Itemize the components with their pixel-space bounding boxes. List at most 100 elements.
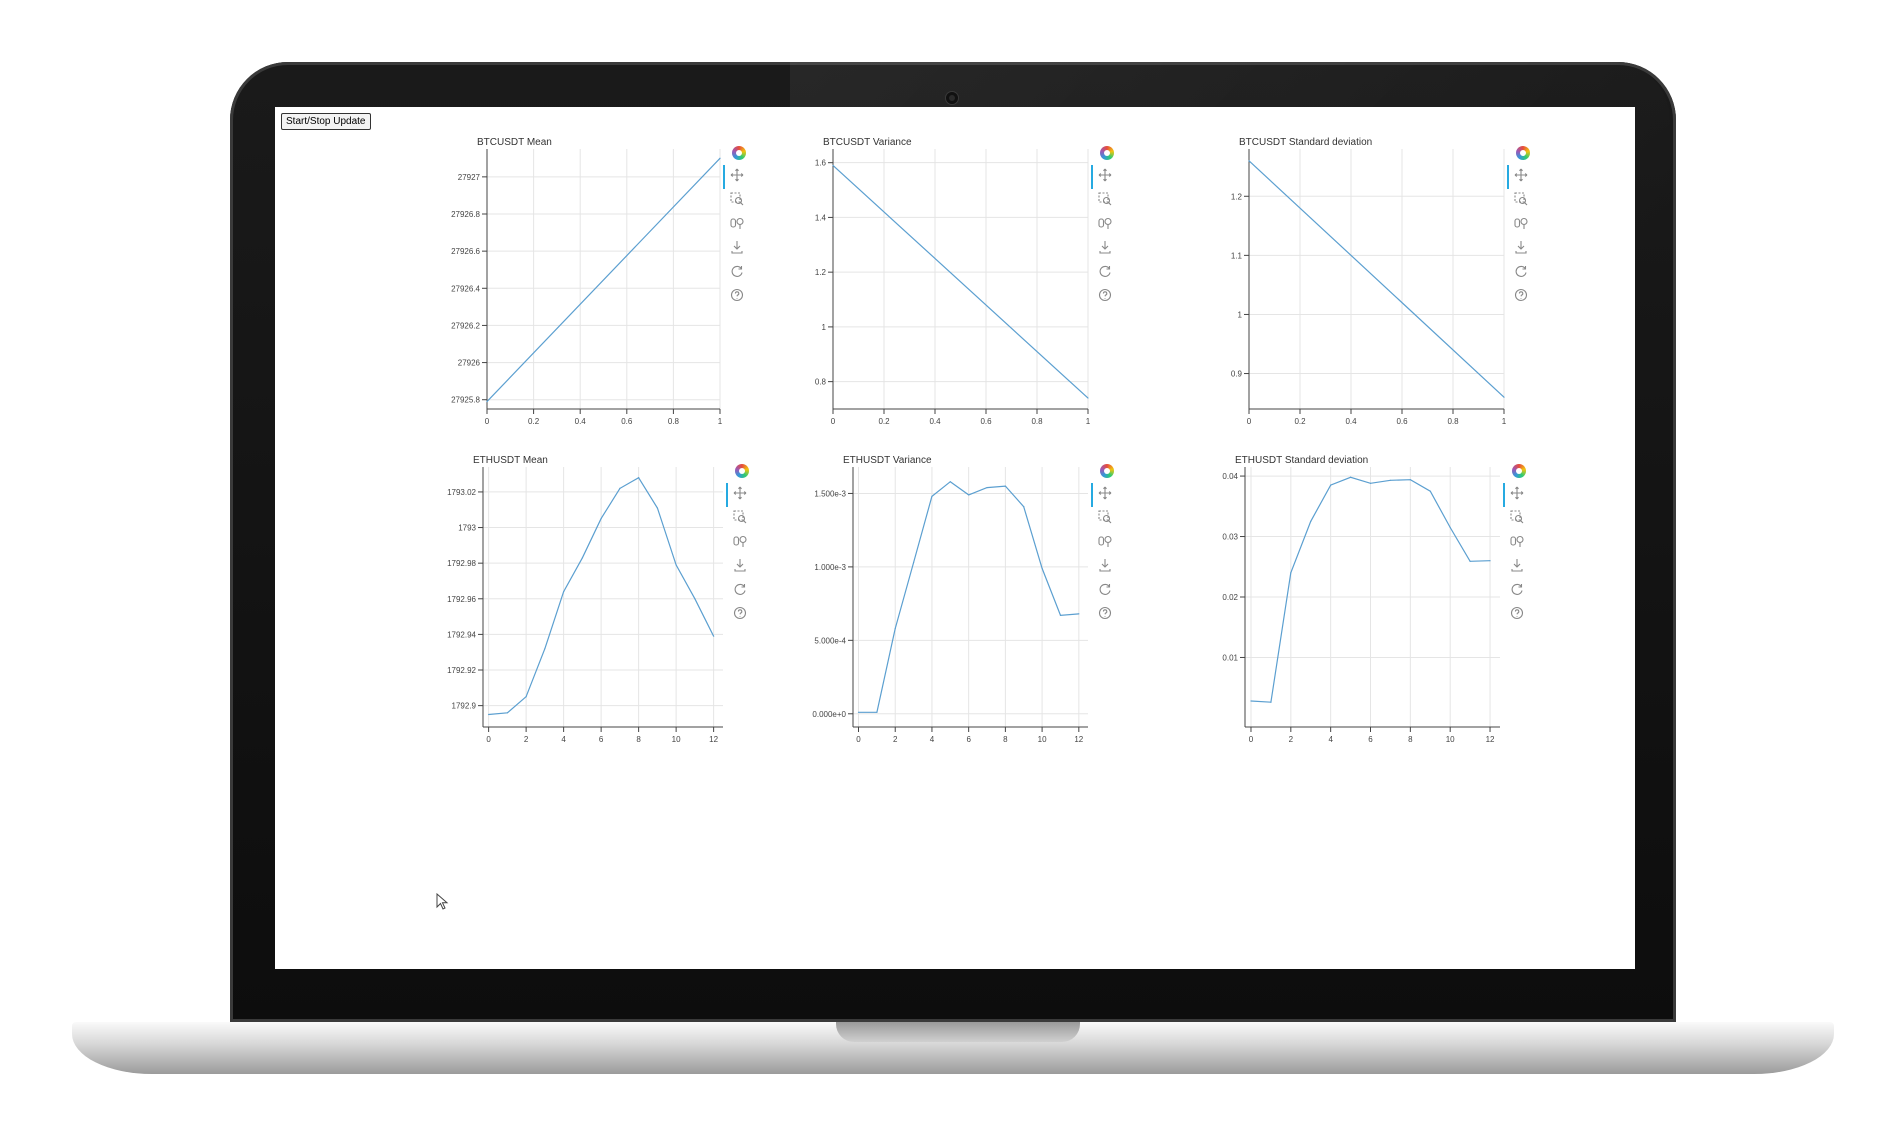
y-tick-label: 1793 [458, 524, 476, 533]
save-icon[interactable] [1098, 240, 1116, 258]
bokeh-logo-icon[interactable] [1098, 144, 1116, 162]
y-tick-label: 1792.98 [447, 559, 476, 568]
x-tick-label: 0.4 [1345, 417, 1357, 426]
save-icon[interactable] [730, 240, 748, 258]
wheel-zoom-icon[interactable] [1514, 216, 1532, 234]
wheel-zoom-icon[interactable] [1510, 534, 1528, 552]
chart-toolbar [1507, 144, 1534, 312]
pan-icon[interactable] [1091, 483, 1116, 507]
reset-icon[interactable] [730, 264, 748, 282]
x-tick-label: 0.6 [621, 417, 633, 426]
help-icon[interactable] [1098, 606, 1116, 624]
reset-icon[interactable] [1098, 264, 1116, 282]
help-icon[interactable] [733, 606, 751, 624]
data-point [876, 711, 878, 713]
data-point [1349, 476, 1352, 478]
help-icon[interactable] [1510, 606, 1528, 624]
data-point [563, 591, 565, 593]
y-tick-label: 27926.6 [451, 247, 480, 256]
data-point [1004, 485, 1006, 487]
data-point [1469, 560, 1471, 562]
pan-icon[interactable] [1507, 165, 1532, 189]
laptop-base-notch [836, 1022, 1080, 1042]
bokeh-logo-icon[interactable] [733, 462, 751, 480]
reset-icon[interactable] [733, 582, 751, 600]
box-zoom-icon[interactable] [1510, 510, 1528, 528]
x-tick-label: 2 [1289, 735, 1294, 744]
help-icon[interactable] [1514, 288, 1532, 306]
box-zoom-icon[interactable] [730, 192, 748, 210]
data-point [713, 635, 715, 637]
y-tick-label: 1.6 [815, 159, 827, 168]
pan-icon[interactable] [1503, 483, 1528, 507]
chart-canvas: 0 2 4 6 8 10 12 0.000e+0 5.000e-4 1.000e-3 1.500e-… [812, 467, 1088, 744]
reset-icon[interactable] [1514, 264, 1532, 282]
x-tick-label: 4 [561, 735, 566, 744]
pan-icon[interactable] [1091, 165, 1116, 189]
browser-screen: Start/Stop Update BTCUSDT Mean 0 0.2 0.4 0.6… [275, 107, 1635, 969]
x-tick-label: 10 [1038, 735, 1047, 744]
save-icon[interactable] [1514, 240, 1532, 258]
bokeh-logo-icon[interactable] [1514, 144, 1532, 162]
data-point [488, 713, 490, 716]
webcam-icon [946, 92, 958, 104]
save-icon[interactable] [733, 558, 751, 576]
data-point [638, 477, 640, 479]
data-point [857, 711, 860, 713]
y-tick-label: 1.2 [1231, 192, 1243, 201]
wheel-zoom-icon[interactable] [730, 216, 748, 234]
pan-icon[interactable] [726, 483, 751, 507]
chart-toolbar [1091, 144, 1118, 312]
save-icon[interactable] [1098, 558, 1116, 576]
y-tick-label: 1.000e-3 [814, 563, 846, 572]
y-tick-label: 1.4 [815, 213, 827, 222]
data-point [1087, 397, 1089, 399]
reset-icon[interactable] [1510, 582, 1528, 600]
box-zoom-icon[interactable] [733, 510, 751, 528]
save-icon[interactable] [1510, 558, 1528, 576]
help-icon[interactable] [1098, 288, 1116, 306]
x-tick-label: 10 [672, 735, 681, 744]
series-line [486, 157, 721, 403]
chart-canvas: 0 2 4 6 8 10 12 1792.9 1792.92 1792.94 1792.96 1792… [447, 467, 723, 744]
chart-canvas: 0 0.2 0.4 0.6 0.8 1 0.8 1 1.2 1.4 1.6 [815, 149, 1091, 426]
data-point [1023, 506, 1025, 508]
chart-canvas: 0 0.2 0.4 0.6 0.8 1 0.9 1 1.1 1.2 [1231, 149, 1507, 426]
box-zoom-icon[interactable] [1098, 192, 1116, 210]
pan-icon[interactable] [723, 165, 748, 189]
bokeh-logo-mark [732, 146, 746, 160]
wheel-zoom-icon[interactable] [1098, 216, 1116, 234]
bokeh-logo-icon[interactable] [1098, 462, 1116, 480]
data-point [1310, 520, 1312, 523]
x-tick-label: 0.6 [1396, 417, 1408, 426]
x-tick-label: 12 [1074, 735, 1083, 744]
x-tick-label: 0.4 [929, 417, 941, 426]
help-icon[interactable] [730, 288, 748, 306]
y-tick-label: 1793.02 [447, 488, 476, 497]
y-tick-label: 1792.94 [447, 630, 476, 639]
y-tick-label: 27926.2 [451, 321, 480, 330]
data-point [1409, 479, 1411, 481]
data-point [544, 648, 546, 650]
wheel-zoom-icon[interactable] [733, 534, 751, 552]
bokeh-logo-icon[interactable] [1510, 462, 1528, 480]
bokeh-logo-mark [735, 464, 749, 478]
reset-icon[interactable] [1098, 582, 1116, 600]
chart-panel: ETHUSDT Variance 0 2 4 6 8 10 12 0.000e+0 5.000e-… [812, 455, 1116, 755]
chart-panel: ETHUSDT Standard deviation 0 2 4 6 8 10 12 0.01 0… [1211, 455, 1526, 755]
chart-toolbar [1503, 462, 1530, 630]
data-point [656, 507, 658, 509]
box-zoom-icon[interactable] [1514, 192, 1532, 210]
wheel-zoom-icon[interactable] [1098, 534, 1116, 552]
y-tick-label: 1792.9 [452, 702, 477, 711]
y-tick-label: 1792.92 [447, 666, 476, 675]
y-tick-label: 1.500e-3 [814, 489, 846, 498]
data-point [525, 696, 527, 698]
x-tick-label: 12 [1486, 735, 1495, 744]
start-stop-update-button[interactable]: Start/Stop Update [281, 113, 371, 130]
y-tick-label: 5.000e-4 [814, 636, 846, 645]
data-point [1449, 526, 1451, 529]
box-zoom-icon[interactable] [1098, 510, 1116, 528]
data-point [619, 487, 621, 489]
bokeh-logo-icon[interactable] [730, 144, 748, 162]
